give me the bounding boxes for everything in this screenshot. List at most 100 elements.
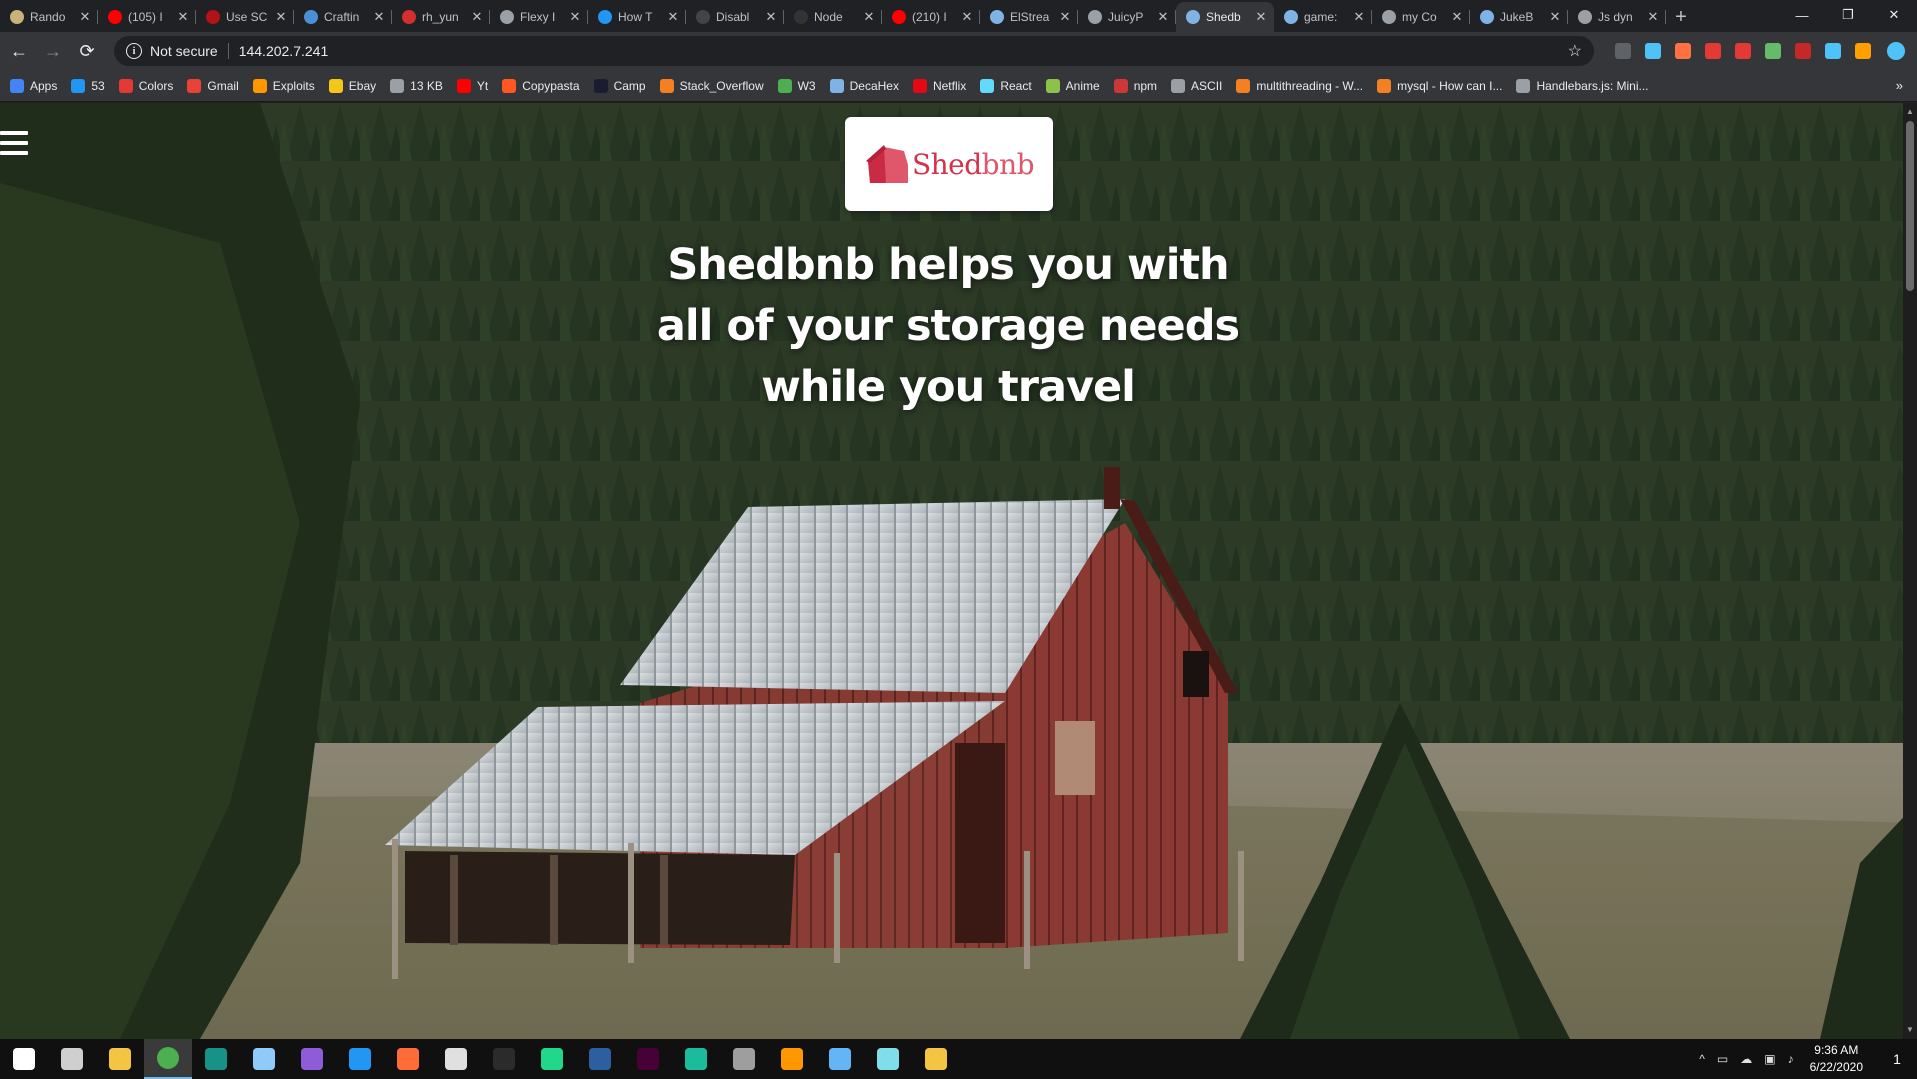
- profile-avatar[interactable]: [1887, 42, 1905, 60]
- tab-close-icon[interactable]: ✕: [1252, 9, 1270, 25]
- close-window-button[interactable]: ✕: [1871, 0, 1917, 30]
- extension-icon-5[interactable]: [1765, 43, 1781, 59]
- hamburger-menu-icon[interactable]: [0, 131, 28, 155]
- tab-close-icon[interactable]: ✕: [468, 9, 486, 25]
- tab-9[interactable]: (210) I ✕: [882, 2, 980, 32]
- taskbar-powershell-icon[interactable]: [576, 1039, 624, 1079]
- taskbar-notepad-icon[interactable]: [864, 1039, 912, 1079]
- taskbar-visual-studio-icon[interactable]: [288, 1039, 336, 1079]
- tab-close-icon[interactable]: ✕: [1448, 9, 1466, 25]
- tab-close-icon[interactable]: ✕: [272, 9, 290, 25]
- taskbar-task-view-icon[interactable]: [48, 1039, 96, 1079]
- extension-icon-1[interactable]: [1645, 43, 1661, 59]
- bookmark-star-icon[interactable]: ☆: [1568, 41, 1582, 61]
- taskbar-documents-icon[interactable]: [240, 1039, 288, 1079]
- notification-center-icon[interactable]: 1: [1877, 1039, 1917, 1079]
- taskbar-start-icon[interactable]: [0, 1039, 48, 1079]
- tab-close-icon[interactable]: ✕: [860, 9, 878, 25]
- shedbnb-logo[interactable]: Shedbnb: [845, 117, 1053, 211]
- minimize-button[interactable]: —: [1779, 0, 1825, 30]
- extension-icon-7[interactable]: [1825, 43, 1841, 59]
- bookmark-3[interactable]: Gmail: [187, 78, 239, 93]
- tab-2[interactable]: Use SC ✕: [196, 2, 294, 32]
- bookmark-10[interactable]: Stack_Overflow: [659, 78, 764, 93]
- battery-icon[interactable]: ▭: [1717, 1052, 1728, 1066]
- scrollbar-thumb[interactable]: [1906, 121, 1914, 291]
- bookmark-13[interactable]: Netflix: [912, 78, 966, 93]
- extension-icon-0[interactable]: [1615, 43, 1631, 59]
- page-scrollbar[interactable]: ▲ ▼: [1903, 103, 1917, 1039]
- address-bar[interactable]: i Not secure 144.202.7.241 ☆: [114, 36, 1594, 66]
- back-button[interactable]: ←: [4, 36, 34, 66]
- taskbar-davinci-icon[interactable]: [720, 1039, 768, 1079]
- url-text[interactable]: 144.202.7.241: [239, 43, 329, 59]
- extension-icon-8[interactable]: [1855, 43, 1871, 59]
- bookmark-1[interactable]: 53: [71, 78, 105, 93]
- tab-13[interactable]: game: ✕: [1274, 2, 1372, 32]
- tab-1[interactable]: (105) I ✕: [98, 2, 196, 32]
- tab-close-icon[interactable]: ✕: [1056, 9, 1074, 25]
- info-icon[interactable]: i: [126, 43, 142, 59]
- bookmarks-overflow-button[interactable]: »: [1896, 78, 1903, 93]
- tab-8[interactable]: Node ✕: [784, 2, 882, 32]
- tab-3[interactable]: Craftin ✕: [294, 2, 392, 32]
- taskbar-vscode-icon[interactable]: [336, 1039, 384, 1079]
- tab-close-icon[interactable]: ✕: [1350, 9, 1368, 25]
- reload-button[interactable]: ⟳: [72, 36, 102, 66]
- tab-14[interactable]: my Co ✕: [1372, 2, 1470, 32]
- tab-close-icon[interactable]: ✕: [1644, 9, 1662, 25]
- scroll-up-icon[interactable]: ▲: [1903, 105, 1917, 119]
- tab-11[interactable]: JuicyP ✕: [1078, 2, 1176, 32]
- taskbar-clock[interactable]: 9:36 AM 6/22/2020: [1810, 1042, 1863, 1076]
- forward-button[interactable]: →: [38, 36, 68, 66]
- extension-icon-3[interactable]: [1705, 43, 1721, 59]
- tab-0[interactable]: Rando ✕: [0, 2, 98, 32]
- bookmark-19[interactable]: mysql - How can I...: [1377, 78, 1502, 93]
- tab-16[interactable]: Js dyn ✕: [1568, 2, 1666, 32]
- tab-close-icon[interactable]: ✕: [174, 9, 192, 25]
- tray-chevron-icon[interactable]: ^: [1699, 1052, 1705, 1066]
- taskbar-postman-icon[interactable]: [384, 1039, 432, 1079]
- tab-12[interactable]: Shedb ✕: [1176, 2, 1274, 32]
- extension-icon-2[interactable]: [1675, 43, 1691, 59]
- bookmark-9[interactable]: Camp: [593, 78, 646, 93]
- taskbar-git-icon[interactable]: [912, 1039, 960, 1079]
- taskbar-chrome-icon[interactable]: [144, 1039, 192, 1079]
- tab-close-icon[interactable]: ✕: [370, 9, 388, 25]
- bookmark-14[interactable]: React: [980, 78, 1032, 93]
- onedrive-icon[interactable]: ☁: [1740, 1052, 1752, 1066]
- bookmark-2[interactable]: Colors: [118, 78, 173, 93]
- tab-close-icon[interactable]: ✕: [76, 9, 94, 25]
- scroll-down-icon[interactable]: ▼: [1903, 1023, 1917, 1037]
- extension-icon-6[interactable]: [1795, 43, 1811, 59]
- taskbar-sublime-icon[interactable]: [768, 1039, 816, 1079]
- bookmark-7[interactable]: Yt: [456, 78, 488, 93]
- restore-button[interactable]: ❐: [1825, 0, 1871, 30]
- bookmark-0[interactable]: Apps: [10, 78, 57, 93]
- tab-close-icon[interactable]: ✕: [958, 9, 976, 25]
- taskbar-gitkraken-icon[interactable]: [192, 1039, 240, 1079]
- tab-close-icon[interactable]: ✕: [1154, 9, 1172, 25]
- bookmark-6[interactable]: 13 KB: [390, 78, 443, 93]
- volume-icon[interactable]: ♪: [1788, 1052, 1794, 1066]
- bookmark-20[interactable]: Handlebars.js: Mini...: [1516, 78, 1649, 93]
- bookmark-17[interactable]: ASCII: [1171, 78, 1222, 93]
- new-tab-button[interactable]: +: [1666, 2, 1696, 32]
- tab-10[interactable]: ElStrea ✕: [980, 2, 1078, 32]
- taskbar-inkscape-icon[interactable]: [432, 1039, 480, 1079]
- tab-close-icon[interactable]: ✕: [1546, 9, 1564, 25]
- extension-icon-4[interactable]: [1735, 43, 1751, 59]
- bookmark-8[interactable]: Copypasta: [502, 78, 580, 93]
- bookmark-16[interactable]: npm: [1113, 78, 1157, 93]
- tab-4[interactable]: rh_yun ✕: [392, 2, 490, 32]
- bookmark-18[interactable]: multithreading - W...: [1236, 78, 1363, 93]
- bookmark-5[interactable]: Ebay: [328, 78, 376, 93]
- tab-7[interactable]: Disabl ✕: [686, 2, 784, 32]
- tab-6[interactable]: How T ✕: [588, 2, 686, 32]
- tab-close-icon[interactable]: ✕: [664, 9, 682, 25]
- taskbar-adobe-xd-icon[interactable]: [624, 1039, 672, 1079]
- bookmark-15[interactable]: Anime: [1045, 78, 1100, 93]
- tab-close-icon[interactable]: ✕: [762, 9, 780, 25]
- bookmark-4[interactable]: Exploits: [252, 78, 315, 93]
- taskbar-gitkraken-alt-icon[interactable]: [672, 1039, 720, 1079]
